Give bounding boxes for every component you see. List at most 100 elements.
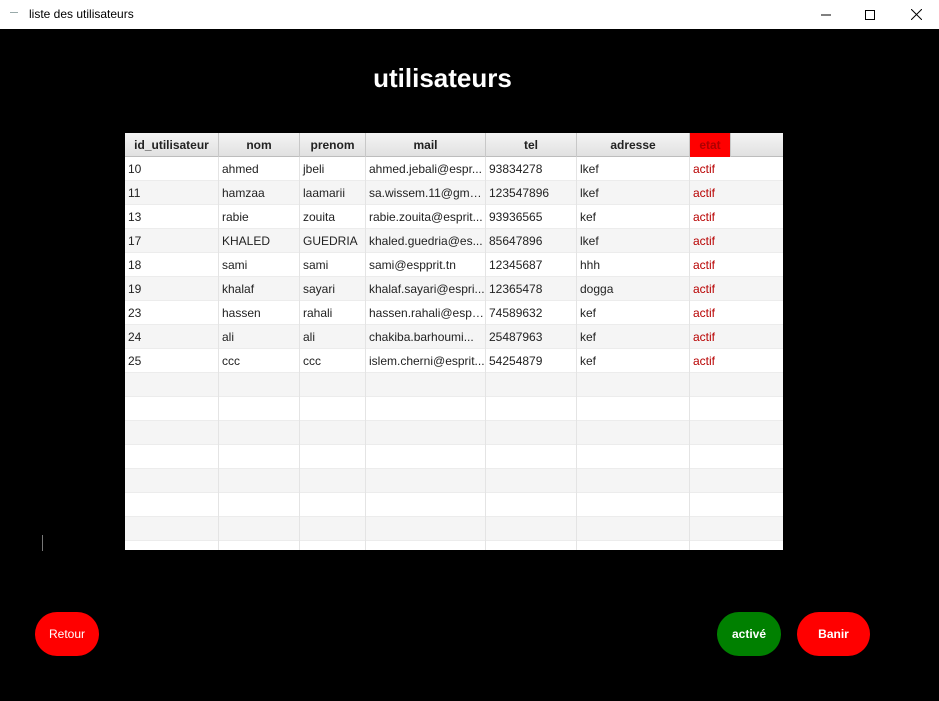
scroll-marker bbox=[42, 535, 43, 551]
cell-etat: actif bbox=[693, 306, 716, 320]
cell-id: 23 bbox=[125, 301, 219, 325]
cell-tel: 54254879 bbox=[486, 349, 577, 373]
cell-nom bbox=[219, 541, 300, 550]
minimize-button[interactable] bbox=[803, 0, 849, 29]
cell-mail: sami@espprit.tn bbox=[366, 253, 486, 277]
cell-etat bbox=[690, 373, 731, 397]
cell-nom bbox=[219, 373, 300, 397]
cell-nom bbox=[219, 421, 300, 445]
cell-prenom: jbeli bbox=[300, 157, 366, 181]
cell-prenom: sayari bbox=[300, 277, 366, 301]
cell-id bbox=[125, 517, 219, 541]
minimize-icon bbox=[821, 14, 831, 15]
table-row[interactable]: 25 ccc ccc islem.cherni@esprit... 54254879 ke… bbox=[125, 349, 783, 373]
cell-tel bbox=[486, 517, 577, 541]
cell-id bbox=[125, 469, 219, 493]
cell-adresse: lkef bbox=[577, 157, 690, 181]
cell-tel bbox=[486, 493, 577, 517]
cell-etat: actif bbox=[693, 330, 716, 344]
cell-id: 25 bbox=[125, 349, 219, 373]
empty-table-row[interactable] bbox=[125, 517, 783, 541]
page-title: utilisateurs bbox=[373, 63, 512, 93]
cell-etat bbox=[690, 445, 731, 469]
cell-mail bbox=[366, 373, 486, 397]
table-row[interactable]: 17 KHALED GUEDRIA khaled.guedria@es... 85647… bbox=[125, 229, 783, 253]
cell-etat bbox=[690, 517, 731, 541]
table-row[interactable]: 23 hassen rahali hassen.rahali@espr... 74589… bbox=[125, 301, 783, 325]
cell-mail bbox=[366, 421, 486, 445]
table-row[interactable]: 13 rabie zouita rabie.zouita@esprit... 93936… bbox=[125, 205, 783, 229]
column-header-nom[interactable]: nom bbox=[219, 133, 300, 157]
retour-button[interactable]: Retour bbox=[35, 612, 99, 656]
cell-tel: 85647896 bbox=[486, 229, 577, 253]
cell-tel: 93936565 bbox=[486, 205, 577, 229]
empty-table-row[interactable] bbox=[125, 469, 783, 493]
cell-adresse bbox=[577, 469, 690, 493]
table-row[interactable]: 11 hamzaa laamarii sa.wissem.11@gma... 12354… bbox=[125, 181, 783, 205]
cell-nom: khalaf bbox=[219, 277, 300, 301]
column-header-adresse[interactable]: adresse bbox=[577, 133, 690, 157]
cell-tel: 25487963 bbox=[486, 325, 577, 349]
cell-nom: ali bbox=[219, 325, 300, 349]
users-table[interactable]: id_utilisateur nom prenom mail tel adres… bbox=[125, 133, 783, 550]
table-row[interactable]: 10 ahmed jbeli ahmed.jebali@espr... 93834278… bbox=[125, 157, 783, 181]
cell-tel bbox=[486, 373, 577, 397]
cell-nom: rabie bbox=[219, 205, 300, 229]
cell-tel bbox=[486, 421, 577, 445]
column-header-tel[interactable]: tel bbox=[486, 133, 577, 157]
cell-prenom bbox=[300, 493, 366, 517]
column-header-etat[interactable]: etat bbox=[690, 133, 731, 157]
cell-id: 11 bbox=[125, 181, 219, 205]
cell-mail: islem.cherni@esprit... bbox=[366, 349, 486, 373]
empty-table-row[interactable] bbox=[125, 397, 783, 421]
cell-adresse bbox=[577, 373, 690, 397]
cell-id bbox=[125, 493, 219, 517]
empty-table-row[interactable] bbox=[125, 421, 783, 445]
cell-adresse: kef bbox=[577, 301, 690, 325]
main-content: utilisateurs id_utilisateur nom prenom m… bbox=[0, 29, 939, 701]
cell-nom: ccc bbox=[219, 349, 300, 373]
column-header-mail[interactable]: mail bbox=[366, 133, 486, 157]
empty-table-row[interactable] bbox=[125, 541, 783, 550]
cell-prenom bbox=[300, 397, 366, 421]
cell-mail: chakiba.barhoumi... bbox=[366, 325, 486, 349]
empty-table-row[interactable] bbox=[125, 493, 783, 517]
cell-prenom bbox=[300, 373, 366, 397]
cell-nom: ahmed bbox=[219, 157, 300, 181]
cell-mail bbox=[366, 517, 486, 541]
cell-id bbox=[125, 421, 219, 445]
cell-prenom: rahali bbox=[300, 301, 366, 325]
cell-prenom: GUEDRIA bbox=[300, 229, 366, 253]
table-row[interactable]: 19 khalaf sayari khalaf.sayari@espri... 1236… bbox=[125, 277, 783, 301]
cell-etat: actif bbox=[693, 354, 716, 368]
cell-adresse bbox=[577, 397, 690, 421]
empty-table-row[interactable] bbox=[125, 445, 783, 469]
cell-id bbox=[125, 397, 219, 421]
maximize-button[interactable] bbox=[847, 0, 893, 29]
cell-prenom bbox=[300, 421, 366, 445]
cell-nom: sami bbox=[219, 253, 300, 277]
ban-button[interactable]: Banir bbox=[797, 612, 870, 656]
cell-id: 17 bbox=[125, 229, 219, 253]
cell-prenom: laamarii bbox=[300, 181, 366, 205]
cell-mail bbox=[366, 397, 486, 421]
cell-prenom: sami bbox=[300, 253, 366, 277]
cell-nom bbox=[219, 445, 300, 469]
cell-mail bbox=[366, 445, 486, 469]
close-button[interactable] bbox=[893, 0, 939, 29]
cell-tel bbox=[486, 469, 577, 493]
cell-nom: hamzaa bbox=[219, 181, 300, 205]
column-header-id[interactable]: id_utilisateur bbox=[125, 133, 219, 157]
close-icon bbox=[910, 9, 922, 20]
table-row[interactable]: 18 sami sami sami@espprit.tn 12345687 hhh acti… bbox=[125, 253, 783, 277]
cell-mail: hassen.rahali@espr... bbox=[366, 301, 486, 325]
empty-table-row[interactable] bbox=[125, 373, 783, 397]
cell-adresse bbox=[577, 445, 690, 469]
cell-mail: ahmed.jebali@espr... bbox=[366, 157, 486, 181]
activate-button[interactable]: activé bbox=[717, 612, 781, 656]
cell-prenom bbox=[300, 517, 366, 541]
table-row[interactable]: 24 ali ali chakiba.barhoumi... 25487963 kef ac… bbox=[125, 325, 783, 349]
cell-etat: actif bbox=[693, 162, 716, 176]
column-header-prenom[interactable]: prenom bbox=[300, 133, 366, 157]
cell-id: 13 bbox=[125, 205, 219, 229]
